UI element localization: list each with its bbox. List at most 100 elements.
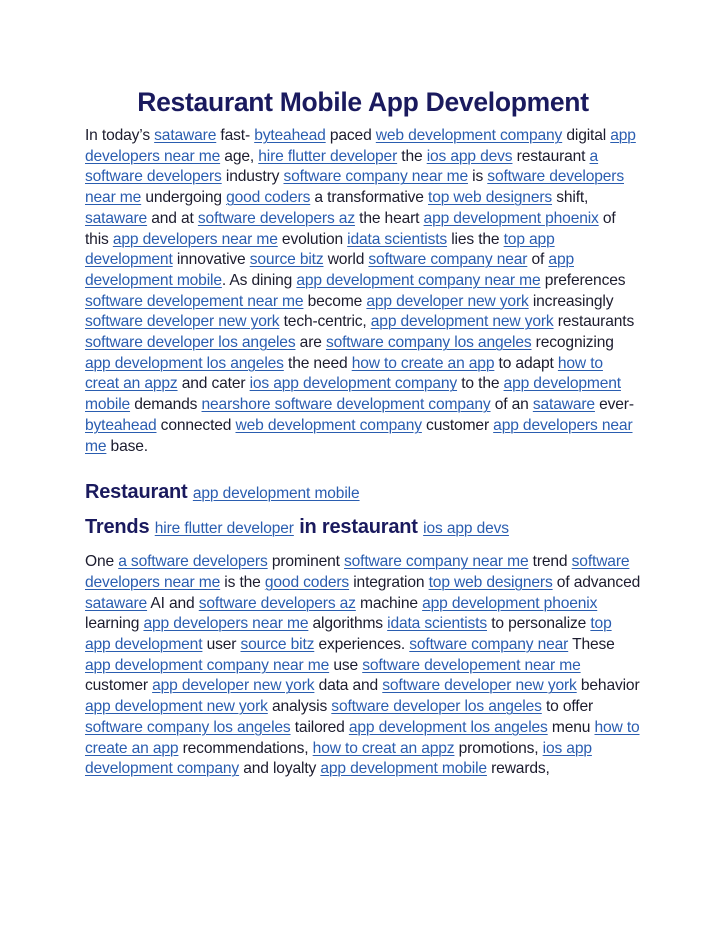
inline-link[interactable]: top web designers [428, 189, 552, 206]
body-text: world [323, 251, 369, 269]
inline-link[interactable]: software developers az [199, 595, 356, 612]
trends-paragraph: One a software developers prominent soft… [85, 552, 641, 780]
body-text: trend [528, 553, 572, 571]
inline-link[interactable]: ios app devs [423, 520, 509, 537]
body-text: paced [325, 127, 376, 144]
body-text: is [467, 168, 488, 186]
inline-link[interactable]: how to creat an appz [313, 740, 455, 757]
inline-link[interactable]: good coders [226, 189, 310, 206]
inline-link[interactable]: app development company near me [296, 272, 540, 289]
inline-link[interactable]: app developers near me [143, 615, 308, 632]
body-text: to the [457, 375, 504, 393]
inline-link[interactable]: app development phoenix [422, 595, 597, 612]
body-text: learning [85, 615, 144, 633]
inline-link[interactable]: app development new york [371, 313, 554, 330]
inline-link[interactable]: sataware [85, 595, 147, 612]
inline-link[interactable]: app development mobile [193, 485, 360, 502]
inline-link[interactable]: app developer new york [366, 293, 528, 310]
body-text: restaurant [512, 147, 590, 165]
inline-link[interactable]: hire flutter developer [258, 148, 397, 165]
inline-link[interactable]: a software developers [118, 553, 268, 570]
body-text: of an [490, 396, 533, 414]
inline-link[interactable]: app developer new york [152, 677, 314, 694]
body-text: AI and [147, 594, 199, 612]
body-text: user [202, 636, 241, 654]
inline-link[interactable]: software developer new york [382, 677, 577, 694]
inline-link[interactable]: app developers near me [113, 231, 278, 248]
inline-link[interactable]: app development new york [85, 698, 268, 715]
body-text: recommendations, [178, 739, 313, 757]
body-text: behavior [576, 677, 640, 695]
body-text: to offer [541, 698, 594, 716]
body-text: integration [349, 573, 429, 591]
section-heading-trends: Trends hire flutter developer in restaur… [85, 512, 641, 544]
inline-link[interactable]: software developement near me [85, 293, 304, 310]
inline-link[interactable]: idata scientists [387, 615, 487, 632]
inline-link[interactable]: sataware [533, 396, 595, 413]
inline-link[interactable]: software company near [368, 251, 527, 268]
inline-link[interactable]: software company near [409, 636, 568, 653]
inline-link[interactable]: how to create an app [352, 355, 495, 372]
body-text: In today’s [85, 127, 155, 144]
inline-link[interactable]: sataware [85, 210, 147, 227]
body-text: connected [156, 416, 236, 434]
inline-link[interactable]: byteahead [85, 417, 157, 434]
body-text: use [329, 656, 363, 674]
body-text: demands [130, 396, 202, 414]
body-text: . As dining [221, 271, 297, 289]
inline-link[interactable]: idata scientists [347, 231, 447, 248]
inline-link[interactable]: app development mobile [320, 760, 487, 777]
body-text: industry [221, 168, 284, 186]
body-text: of [527, 251, 549, 269]
body-text: tailored [290, 718, 349, 736]
inline-link[interactable]: software developement near me [362, 657, 581, 674]
page-title: Restaurant Mobile App Development [137, 87, 589, 117]
section-heading-restaurant: Restaurant app development mobile [85, 477, 641, 509]
inline-link[interactable]: software company los angeles [326, 334, 532, 351]
document-page: Restaurant Mobile App Development In tod… [85, 84, 641, 780]
body-text: to personalize [487, 615, 591, 633]
inline-link[interactable]: ios app development company [250, 375, 458, 392]
body-text: recognizing [531, 334, 614, 352]
inline-link[interactable]: nearshore software development company [202, 396, 491, 413]
inline-link[interactable]: web development company [235, 417, 422, 434]
inline-link[interactable]: good coders [265, 574, 349, 591]
inline-link[interactable]: app development company near me [85, 657, 329, 674]
body-text: These [568, 636, 615, 654]
body-text: customer [85, 677, 153, 695]
inline-link[interactable]: software company los angeles [85, 719, 291, 736]
body-text: prominent [267, 553, 344, 571]
inline-link[interactable]: software company near me [344, 553, 529, 570]
inline-link[interactable]: top web designers [429, 574, 553, 591]
inline-link[interactable]: hire flutter developer [155, 520, 294, 537]
body-text: increasingly [528, 292, 614, 310]
body-text: experiences. [314, 636, 410, 654]
body-text: innovative [172, 251, 250, 269]
inline-link[interactable]: byteahead [254, 127, 326, 144]
inline-link[interactable]: app development los angeles [349, 719, 548, 736]
body-text: rewards, [486, 760, 550, 778]
body-text: customer [421, 416, 494, 434]
inline-link[interactable]: app development phoenix [424, 210, 599, 227]
inline-link[interactable]: source bitz [250, 251, 324, 268]
body-text: digital [562, 127, 611, 144]
inline-link[interactable]: sataware [154, 127, 216, 144]
body-text: the heart [354, 209, 424, 227]
inline-link[interactable]: software developers az [198, 210, 355, 227]
body-text: menu [547, 718, 595, 736]
inline-link[interactable]: web development company [376, 127, 563, 144]
body-text: tech-centric, [279, 313, 371, 331]
inline-link[interactable]: software company near me [283, 168, 468, 185]
inline-link[interactable]: software developer los angeles [85, 334, 296, 351]
inline-link[interactable]: ios app devs [427, 148, 513, 165]
body-text: the need [283, 354, 352, 372]
body-text: machine [355, 594, 423, 612]
inline-link[interactable]: source bitz [241, 636, 315, 653]
body-text: undergoing [141, 189, 227, 207]
inline-link[interactable]: software developer los angeles [331, 698, 542, 715]
body-text: restaurants [553, 313, 635, 331]
intro-paragraph: In today’s sataware fast- byteahead pace… [85, 126, 641, 457]
inline-link[interactable]: app development los angeles [85, 355, 284, 372]
body-text: in restaurant [293, 516, 424, 539]
inline-link[interactable]: software developer new york [85, 313, 280, 330]
